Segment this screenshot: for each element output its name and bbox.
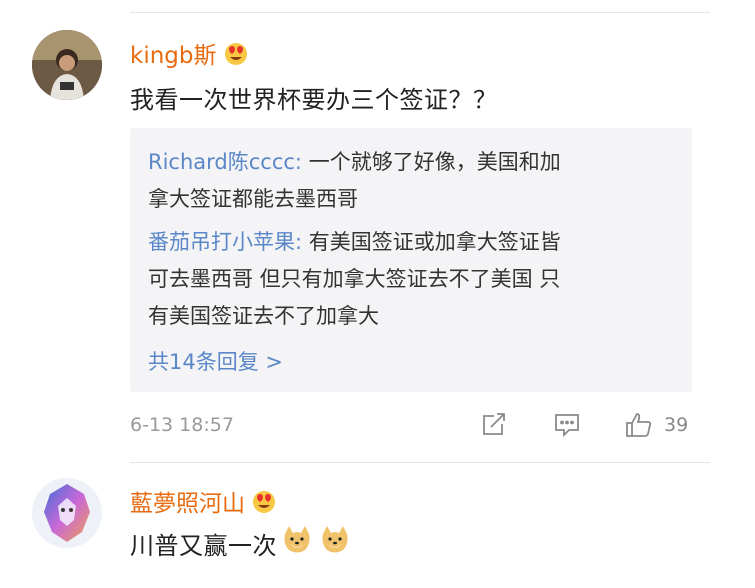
timestamp: 6-13 18:57 bbox=[130, 414, 234, 436]
reply-item[interactable]: 番茄吊打小苹果: 有美国签证或加拿大签证皆 可去墨西哥 但只有加拿大签证去不了美… bbox=[148, 224, 688, 335]
reply-text-line2: 拿大签证都能去墨西哥 bbox=[148, 187, 358, 211]
reply-text-line3: 有美国签证去不了加拿大 bbox=[148, 304, 379, 328]
reply-username[interactable]: Richard陈cccc: bbox=[148, 150, 302, 174]
doge-emoji-icon bbox=[281, 524, 313, 562]
like-button[interactable] bbox=[624, 410, 654, 444]
avatar[interactable] bbox=[32, 478, 102, 548]
reply-username[interactable]: 番茄吊打小苹果: bbox=[148, 230, 302, 254]
comment-icon bbox=[555, 414, 579, 438]
username-text[interactable]: kingb斯 bbox=[130, 36, 217, 70]
repost-button[interactable] bbox=[480, 410, 508, 442]
reply-text-line2: 可去墨西哥 但只有加拿大签证去不了美国 只 bbox=[148, 267, 561, 291]
comment-divider bbox=[130, 462, 710, 463]
reply-text: 有美国签证或加拿大签证皆 bbox=[302, 230, 561, 254]
reply-item[interactable]: Richard陈cccc: 一个就够了好像，美国和加 拿大签证都能去墨西哥 bbox=[148, 144, 688, 218]
comment-text-content: 川普又赢一次 bbox=[130, 531, 277, 560]
heart-eyes-emoji-icon bbox=[223, 40, 249, 66]
comment-button[interactable] bbox=[553, 410, 581, 442]
more-replies-link[interactable]: 共14条回复 > bbox=[148, 346, 283, 376]
username[interactable]: kingb斯 bbox=[130, 36, 249, 70]
replies-panel: Richard陈cccc: 一个就够了好像，美国和加 拿大签证都能去墨西哥 番茄… bbox=[130, 128, 692, 392]
heart-eyes-emoji-icon bbox=[251, 488, 277, 514]
reply-text: 一个就够了好像，美国和加 bbox=[302, 150, 561, 174]
username-text[interactable]: 藍夢照河山 bbox=[130, 484, 245, 518]
like-count: 39 bbox=[664, 414, 689, 436]
comment-text: 川普又赢一次 bbox=[130, 524, 351, 562]
thumbs-up-icon bbox=[626, 413, 652, 437]
share-icon bbox=[483, 413, 505, 435]
top-divider bbox=[130, 12, 710, 13]
doge-emoji-icon bbox=[319, 524, 351, 562]
avatar[interactable] bbox=[32, 30, 102, 100]
comment-text: 我看一次世界杯要办三个签证？？ bbox=[130, 86, 498, 114]
username[interactable]: 藍夢照河山 bbox=[130, 484, 277, 518]
